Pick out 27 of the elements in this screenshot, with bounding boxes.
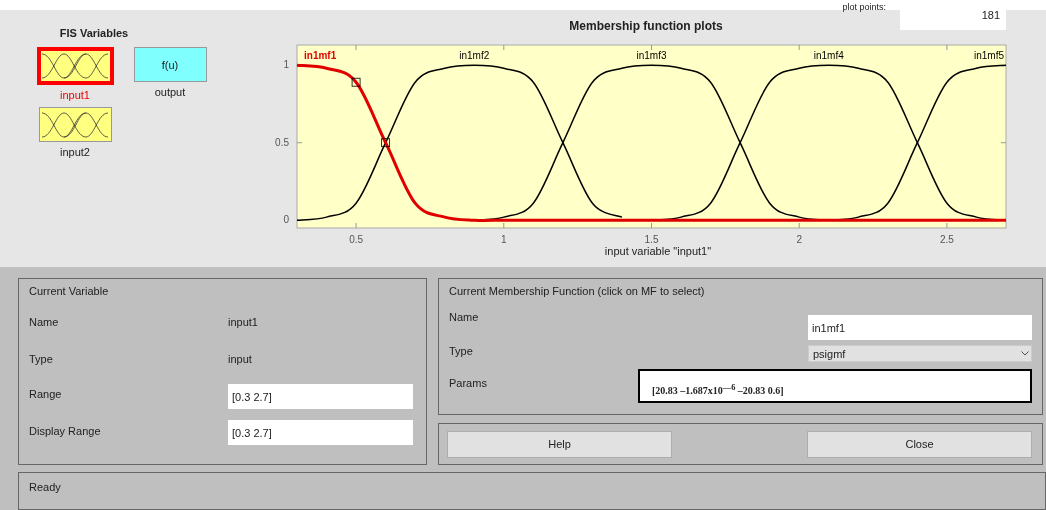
variable-label: input1 — [60, 89, 90, 101]
field-label: Name — [29, 316, 60, 328]
panel-title: FIS Variables — [58, 27, 130, 39]
variable-label: input2 — [60, 146, 90, 158]
y-tick-label: 1 — [283, 59, 289, 71]
field-label: Params — [449, 377, 487, 389]
x-tick-label: 2.5 — [939, 234, 954, 245]
field-value: input — [228, 353, 253, 365]
field-label: plot points: — [842, 2, 886, 14]
field-label: Name — [449, 311, 479, 323]
field-label: Display Range — [29, 425, 102, 437]
x-tick-label: 0.5 — [349, 234, 364, 245]
status-text: Ready — [29, 481, 61, 493]
y-tick-label: 0 — [283, 214, 289, 226]
panel-title: Current Membership Function (click on MF to select) — [449, 285, 706, 299]
x-tick-label: 1 — [501, 234, 507, 245]
panel-title: Current Variable — [29, 285, 110, 299]
field-label: Type — [29, 353, 54, 365]
chart-title: Membership function plots — [568, 19, 724, 33]
y-tick-label: 0.5 — [275, 136, 289, 148]
variable-label: output — [154, 86, 186, 98]
x-tick-label: 2 — [796, 234, 802, 245]
field-label: Type — [449, 345, 473, 357]
field-value: input1 — [228, 316, 259, 328]
axis-label: input variable "input1" — [603, 245, 713, 257]
x-tick-label: 1.5 — [644, 234, 659, 245]
field-label: Range — [29, 388, 63, 400]
